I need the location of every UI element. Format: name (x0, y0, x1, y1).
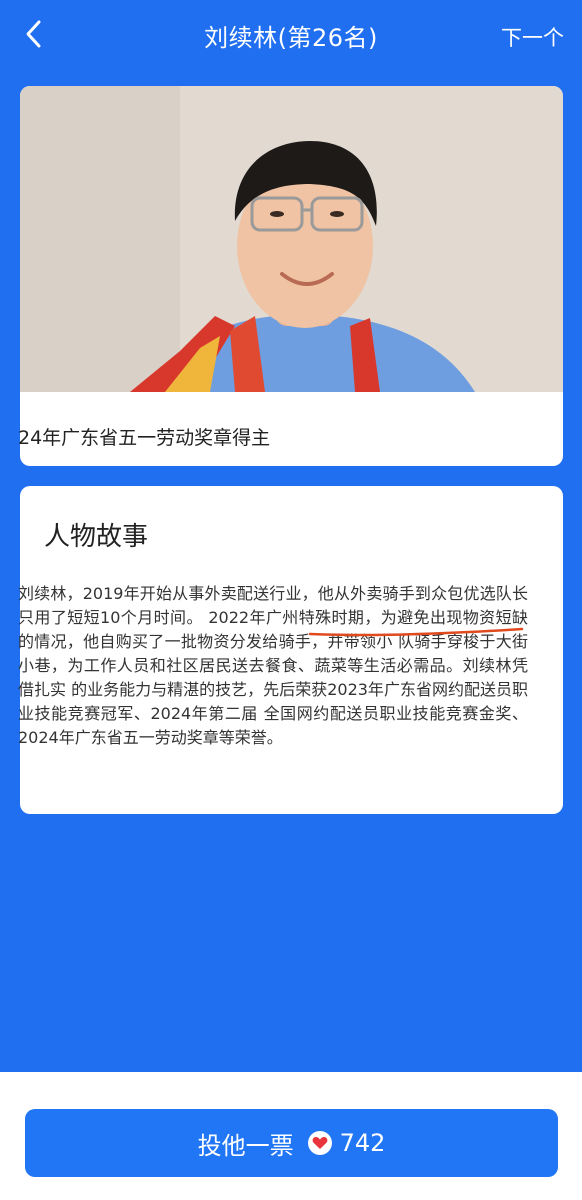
heart-icon (307, 1131, 332, 1155)
profile-photo (20, 86, 563, 392)
hand-underline-mark (308, 627, 524, 637)
profile-card (20, 86, 563, 466)
page-title: 刘续林(第26名) (204, 24, 378, 52)
vote-button[interactable]: 投他一票 742 (25, 1109, 558, 1177)
profile-caption: 24年广东省五一劳动奖章得主 (18, 427, 271, 449)
vote-button-label: 投他一票 (197, 1131, 294, 1160)
next-button[interactable]: 下一个 (501, 22, 564, 52)
story-body: 刘续林，2019年开始从事外卖配送行业，他从外卖骑手到众包优选队长只用了短短10… (18, 582, 528, 750)
person-portrait-image (20, 86, 563, 392)
story-text: 刘续林，2019年开始从事外卖配送行业，他从外卖骑手到众包优选队长只用了短短10… (18, 584, 528, 747)
story-title: 人物故事 (44, 522, 149, 552)
top-nav-bar: 刘续林(第26名) 下一个 (0, 0, 582, 70)
vote-count: 742 (339, 1129, 386, 1157)
